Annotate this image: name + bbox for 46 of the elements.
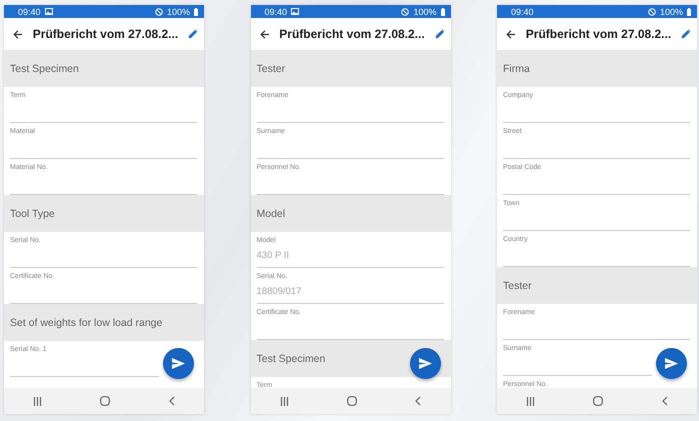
screen-title: Prüfbericht vom 27.08.2...	[279, 27, 425, 41]
back-arrow-icon[interactable]	[13, 28, 23, 40]
battery-level: 100%	[166, 6, 190, 16]
recent-apps-icon[interactable]	[280, 396, 289, 406]
status-time: 09:40	[18, 6, 41, 16]
send-icon	[172, 358, 185, 369]
image-icon	[291, 8, 300, 15]
do-not-disturb-icon	[648, 8, 656, 16]
home-icon[interactable]	[100, 396, 110, 406]
battery-level: 100%	[413, 6, 436, 16]
pencil-icon[interactable]	[434, 28, 444, 40]
screen-title: Prüfbericht vom 27.08.2...	[32, 27, 178, 41]
status-time: 09:40	[511, 6, 534, 16]
back-arrow-icon[interactable]	[260, 28, 270, 40]
pencil-icon[interactable]	[681, 28, 691, 40]
home-icon[interactable]	[593, 396, 604, 406]
section-header: Set of weights for low load range	[4, 304, 204, 341]
back-icon[interactable]	[168, 396, 175, 406]
screen-title: Prüfbericht vom 27.08.2...	[526, 27, 672, 41]
image-icon	[44, 8, 53, 15]
section-header: Tester	[497, 267, 697, 304]
section-header: Tool Type	[4, 195, 204, 232]
send-button[interactable]	[656, 348, 687, 379]
section-header: Test Specimen	[4, 50, 204, 87]
back-arrow-icon[interactable]	[506, 28, 516, 40]
do-not-disturb-icon	[154, 8, 163, 16]
battery-icon	[687, 8, 691, 16]
do-not-disturb-icon	[401, 8, 410, 16]
back-icon[interactable]	[662, 396, 668, 406]
battery-level: 100%	[660, 6, 683, 16]
send-button[interactable]	[163, 348, 194, 379]
section-header: Tester	[250, 50, 450, 87]
input-field[interactable]: 430 P II	[256, 244, 444, 268]
battery-icon	[440, 8, 444, 16]
send-icon	[665, 358, 678, 369]
status-time: 09:40	[264, 6, 288, 16]
section-header: Firma	[497, 50, 697, 87]
section-header: Model	[250, 195, 450, 232]
pencil-icon[interactable]	[188, 28, 198, 40]
battery-icon	[194, 8, 198, 16]
send-icon	[418, 358, 432, 369]
input-field[interactable]: 18809/017	[256, 280, 444, 304]
back-icon[interactable]	[415, 396, 422, 406]
recent-apps-icon[interactable]	[33, 396, 42, 406]
home-icon[interactable]	[346, 396, 357, 406]
recent-apps-icon[interactable]	[526, 396, 536, 406]
